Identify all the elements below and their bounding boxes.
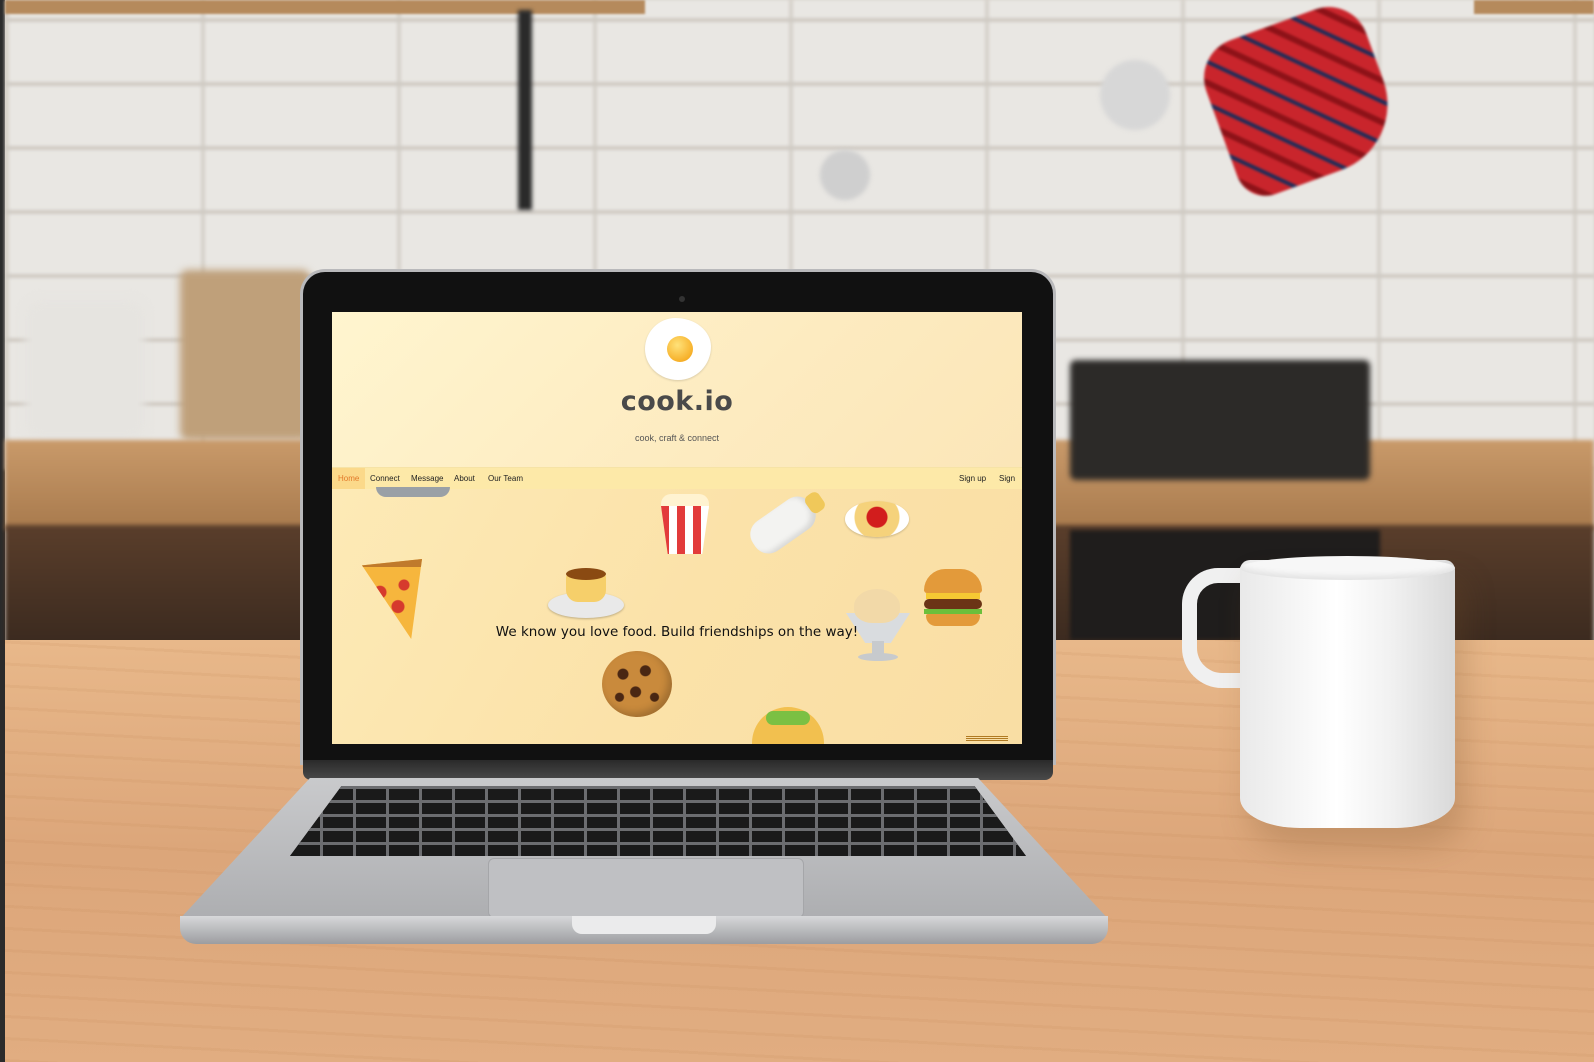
stove <box>1070 360 1370 480</box>
spaghetti-icon <box>845 501 909 537</box>
baby-bottle-icon <box>744 490 822 560</box>
sign-in-link[interactable]: Sign in <box>999 468 1022 505</box>
taco-icon <box>752 707 824 744</box>
nav-home[interactable]: Home <box>332 468 366 490</box>
trackpad <box>488 858 804 918</box>
hamburger-icon <box>924 569 982 627</box>
hero-tagline: We know you love food. Build friendships… <box>495 624 859 640</box>
hanging-ladle <box>1100 60 1170 130</box>
webcam <box>679 296 685 302</box>
fried-egg-icon[interactable] <box>645 318 711 380</box>
laptop-hinge <box>303 760 1053 780</box>
coffee-mug <box>1240 560 1455 828</box>
wooden-shelf-right <box>1474 0 1594 14</box>
sign-up-link[interactable]: Sign up <box>959 468 986 490</box>
partial-food-icon <box>376 487 450 497</box>
nav-about[interactable]: About <box>454 468 475 490</box>
popcorn-icon <box>657 494 713 554</box>
site-tagline: cook, craft & connect <box>634 433 720 443</box>
scroll-indicator[interactable] <box>966 735 1008 741</box>
laptop-screen: cook.io cook, craft & connect Home Conne… <box>332 312 1022 744</box>
flan-icon <box>548 568 624 620</box>
kitchen-jar <box>25 300 145 440</box>
hanging-spoon <box>820 150 870 200</box>
nav-our-team[interactable]: Our Team <box>488 468 523 490</box>
laptop-notch <box>572 916 716 934</box>
kitchen-basket <box>180 270 310 440</box>
cookie-icon <box>602 651 672 717</box>
egg-yolk <box>667 336 693 362</box>
utensil-hook <box>518 10 532 210</box>
wooden-shelf <box>5 0 645 14</box>
hero-section: We know you love food. Build friendships… <box>332 487 1022 744</box>
site-header: cook.io cook, craft & connect <box>332 312 1022 467</box>
site-title: cook.io <box>620 386 734 417</box>
mug-rim <box>1240 556 1455 580</box>
keyboard-rows <box>290 786 1026 856</box>
